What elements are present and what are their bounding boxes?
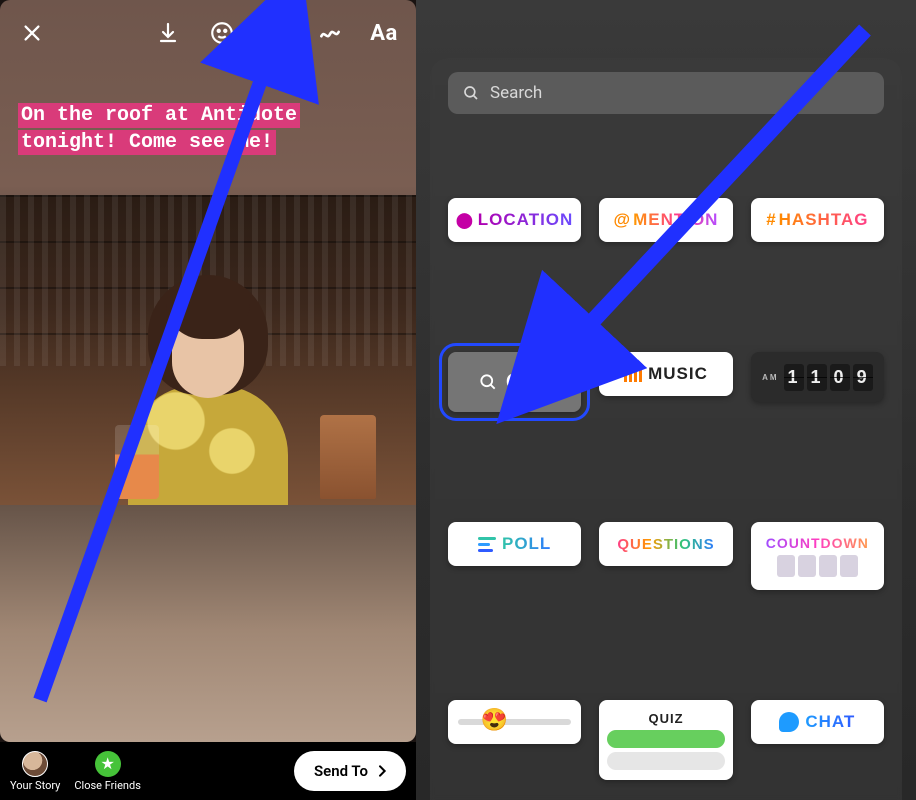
time-digit: 0 (830, 364, 850, 391)
sticker-label: LOCATION (478, 210, 574, 230)
sticker-tray[interactable]: Search ⬤ LOCATION @MENTION #HASHTAG GIF … (430, 58, 902, 800)
sticker-label: MENTION (633, 210, 718, 230)
sticker-label: GIF (506, 369, 552, 395)
sticker-time[interactable]: AM 1 1 0 9 (751, 352, 884, 402)
sticker-quiz[interactable]: QUIZ (599, 700, 732, 780)
send-to-label: Send To (314, 762, 368, 780)
hash-icon: # (766, 210, 776, 230)
sticker-label: HASHTAG (779, 210, 869, 230)
slider-track-icon: 😍 (458, 719, 571, 725)
countdown-segments-icon (777, 555, 858, 577)
sticker-gif[interactable]: GIF (448, 352, 581, 412)
sticker-countdown[interactable]: COUNTDOWN (751, 522, 884, 590)
sticker-location[interactable]: ⬤ LOCATION (448, 198, 581, 242)
search-icon (478, 372, 498, 392)
draw-icon[interactable] (310, 13, 350, 53)
star-icon: ★ (95, 751, 121, 777)
story-bottom-bar: Your Story ★ Close Friends Send To (0, 742, 416, 800)
sticker-tray-screen: Search ⬤ LOCATION @MENTION #HASHTAG GIF … (416, 0, 916, 800)
sticker-icon[interactable] (256, 13, 296, 53)
music-bars-icon (624, 366, 642, 382)
time-digit: 1 (784, 364, 804, 391)
sticker-poll[interactable]: POLL (448, 522, 581, 566)
story-caption-line: tonight! Come see me! (18, 130, 276, 155)
chevron-right-icon (374, 763, 390, 779)
face-filter-icon[interactable] (202, 13, 242, 53)
sticker-label: POLL (502, 534, 551, 554)
send-to-button[interactable]: Send To (294, 751, 406, 791)
story-caption-line: On the roof at Antidote (18, 103, 300, 128)
story-caption[interactable]: On the roof at Antidote tonight! Come se… (18, 102, 300, 156)
pin-icon: ⬤ (456, 211, 474, 229)
sticker-emoji-slider[interactable]: 😍 (448, 700, 581, 744)
close-icon[interactable] (12, 13, 52, 53)
story-editor-screen: Aa On the roof at Antidote tonight! Come… (0, 0, 416, 800)
sticker-hashtag[interactable]: #HASHTAG (751, 198, 884, 242)
sticker-grid: ⬤ LOCATION @MENTION #HASHTAG GIF MUSIC A… (448, 198, 884, 780)
your-story-button[interactable]: Your Story (10, 751, 60, 792)
search-icon (462, 84, 480, 102)
sticker-questions[interactable]: QUESTIONS (599, 522, 732, 566)
search-placeholder: Search (490, 83, 542, 103)
avatar-icon (22, 751, 48, 777)
sticker-music[interactable]: MUSIC (599, 352, 732, 396)
sticker-label: MUSIC (648, 364, 708, 384)
text-tool-label: Aa (370, 21, 398, 46)
poll-icon (478, 537, 496, 552)
am-label: AM (762, 373, 778, 382)
heart-eyes-emoji-icon: 😍 (481, 707, 509, 733)
story-toolbar: Aa (0, 0, 416, 66)
sticker-chat[interactable]: CHAT (751, 700, 884, 744)
text-tool-button[interactable]: Aa (364, 13, 404, 53)
story-canvas[interactable]: Aa On the roof at Antidote tonight! Come… (0, 0, 416, 742)
download-icon[interactable] (148, 13, 188, 53)
sticker-label: COUNTDOWN (766, 535, 869, 551)
sticker-mention[interactable]: @MENTION (599, 198, 732, 242)
quiz-option-icon (607, 730, 724, 748)
story-photo (0, 195, 416, 505)
time-digit: 9 (853, 364, 873, 391)
quiz-option-icon (607, 752, 724, 770)
sticker-label: QUIZ (648, 711, 683, 726)
sticker-label: QUESTIONS (617, 536, 714, 553)
sticker-search-input[interactable]: Search (448, 72, 884, 114)
your-story-label: Your Story (10, 779, 60, 792)
chat-bubble-icon (779, 712, 799, 732)
time-digit: 1 (807, 364, 827, 391)
close-friends-button[interactable]: ★ Close Friends (74, 751, 140, 792)
at-icon: @ (614, 210, 632, 230)
sticker-label: CHAT (805, 712, 855, 732)
close-friends-label: Close Friends (74, 779, 140, 792)
